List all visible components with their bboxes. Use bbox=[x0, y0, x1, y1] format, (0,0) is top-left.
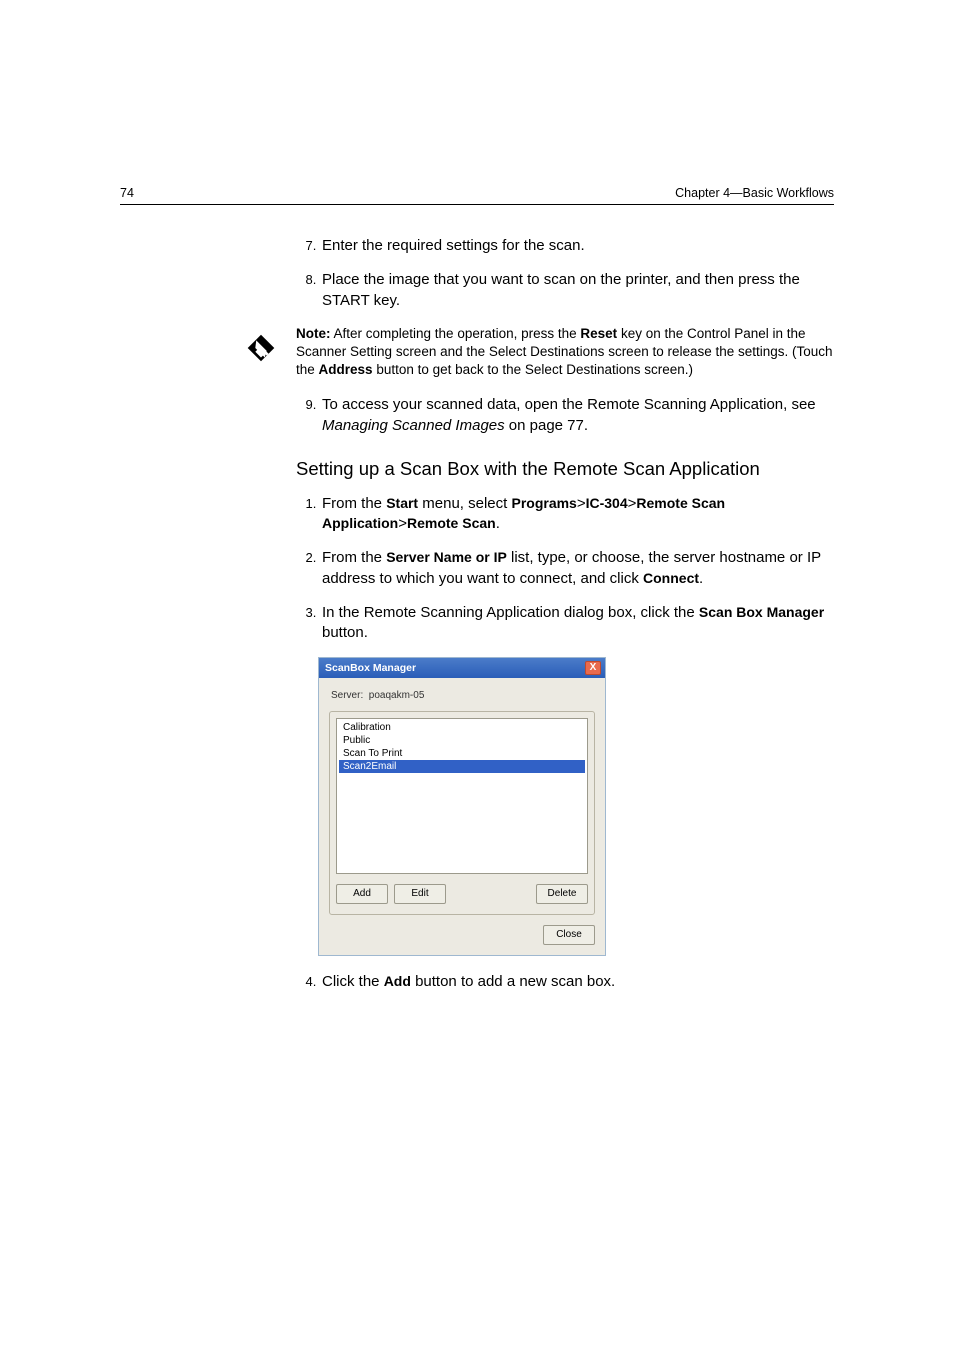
page-header: 74 Chapter 4—Basic Workflows bbox=[120, 186, 834, 205]
scanbox-manager-dialog: ScanBox Manager X Server: poaqakm-05 Cal… bbox=[318, 657, 606, 956]
list-item[interactable]: Scan To Print bbox=[339, 747, 585, 760]
spacer bbox=[452, 884, 530, 904]
server-row: Server: poaqakm-05 bbox=[329, 686, 595, 711]
b4-a: Click the bbox=[322, 973, 384, 990]
subheading: Setting up a Scan Box with the Remote Sc… bbox=[296, 458, 834, 480]
steps-list-a: Enter the required settings for the scan… bbox=[296, 236, 834, 311]
note-icon bbox=[238, 329, 284, 372]
dialog-body: Server: poaqakm-05 Calibration Public Sc… bbox=[319, 678, 605, 955]
note-bold-reset: Reset bbox=[580, 326, 617, 341]
b3-b: button. bbox=[322, 624, 368, 641]
step-9-italic: Managing Scanned Images bbox=[322, 417, 505, 434]
step-b1: From the Start menu, select Programs>IC-… bbox=[320, 494, 834, 535]
b2-a: From the bbox=[322, 549, 386, 566]
server-value: poaqakm-05 bbox=[369, 690, 425, 701]
steps-list-a2: To access your scanned data, open the Re… bbox=[296, 395, 834, 436]
b2-connect: Connect bbox=[643, 570, 699, 586]
note-part3: button to get back to the Select Destina… bbox=[373, 362, 693, 377]
steps-list-b2: Click the Add button to add a new scan b… bbox=[296, 972, 834, 992]
note-label: Note: bbox=[296, 326, 331, 341]
step-9-b: on page 77. bbox=[505, 417, 588, 434]
list-item[interactable]: Public bbox=[339, 734, 585, 747]
step-9-a: To access your scanned data, open the Re… bbox=[322, 396, 816, 413]
b3-a: In the Remote Scanning Application dialo… bbox=[322, 604, 699, 621]
steps-list-b: From the Start menu, select Programs>IC-… bbox=[296, 494, 834, 644]
chapter-title: Chapter 4—Basic Workflows bbox=[675, 186, 834, 200]
b1-b: menu, select bbox=[418, 495, 511, 512]
scanbox-list[interactable]: Calibration Public Scan To Print Scan2Em… bbox=[336, 718, 588, 874]
note-text: Note: After completing the operation, pr… bbox=[284, 325, 834, 380]
b1-start: Start bbox=[386, 495, 418, 511]
list-item-selected[interactable]: Scan2Email bbox=[339, 760, 585, 773]
note-bold-address: Address bbox=[319, 362, 373, 377]
step-8-text: Place the image that you want to scan on… bbox=[322, 271, 800, 308]
content-area: Enter the required settings for the scan… bbox=[296, 236, 834, 993]
b1-rs: Remote Scan bbox=[407, 515, 496, 531]
close-row: Close bbox=[329, 925, 595, 945]
close-icon[interactable]: X bbox=[585, 661, 601, 675]
list-panel: Calibration Public Scan To Print Scan2Em… bbox=[329, 711, 595, 915]
step-b2: From the Server Name or IP list, type, o… bbox=[320, 548, 834, 589]
b1-a: From the bbox=[322, 495, 386, 512]
list-item[interactable]: Calibration bbox=[339, 721, 585, 734]
b4-add: Add bbox=[384, 973, 411, 989]
step-9: To access your scanned data, open the Re… bbox=[320, 395, 834, 436]
step-7: Enter the required settings for the scan… bbox=[320, 236, 834, 256]
dialog-title: ScanBox Manager bbox=[325, 662, 416, 674]
page: 74 Chapter 4—Basic Workflows Enter the r… bbox=[0, 0, 954, 1350]
button-row: Add Edit Delete bbox=[336, 884, 588, 904]
b1-ic304: IC-304 bbox=[586, 495, 628, 511]
dialog-titlebar[interactable]: ScanBox Manager X bbox=[319, 658, 605, 678]
b2-end: . bbox=[699, 570, 703, 587]
step-8: Place the image that you want to scan on… bbox=[320, 270, 834, 311]
b3-sbm: Scan Box Manager bbox=[699, 604, 824, 620]
b2-server: Server Name or IP bbox=[386, 549, 507, 565]
add-button[interactable]: Add bbox=[336, 884, 388, 904]
b1-programs: Programs bbox=[511, 495, 576, 511]
edit-button[interactable]: Edit bbox=[394, 884, 446, 904]
note-part1: After completing the operation, press th… bbox=[331, 326, 581, 341]
delete-button[interactable]: Delete bbox=[536, 884, 588, 904]
b1-end: . bbox=[496, 515, 500, 532]
b1-gt1: > bbox=[577, 495, 586, 512]
step-b3: In the Remote Scanning Application dialo… bbox=[320, 603, 834, 644]
b1-gt3: > bbox=[398, 515, 407, 532]
step-b4: Click the Add button to add a new scan b… bbox=[320, 972, 834, 992]
step-7-text: Enter the required settings for the scan… bbox=[322, 237, 585, 254]
close-button[interactable]: Close bbox=[543, 925, 595, 945]
page-number: 74 bbox=[120, 186, 134, 200]
note-block: Note: After completing the operation, pr… bbox=[238, 325, 834, 380]
server-label: Server: bbox=[331, 690, 363, 701]
b4-b: button to add a new scan box. bbox=[411, 973, 615, 990]
